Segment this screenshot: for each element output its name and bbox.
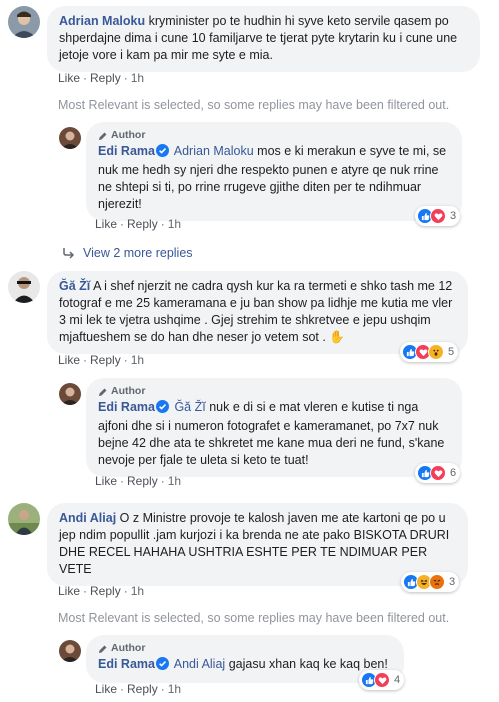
comment-actions: Like · Reply · 1h (58, 71, 144, 86)
separator: · (83, 353, 88, 367)
reaction-count: 4 (394, 674, 401, 686)
like-button[interactable]: Like (58, 71, 80, 85)
filter-note: Most Relevant is selected, so some repli… (58, 611, 450, 625)
avatar[interactable] (59, 383, 81, 405)
like-button[interactable]: Like (95, 682, 117, 696)
mention-link[interactable]: Ğă Žĭ (174, 400, 205, 414)
comment-author[interactable]: Andi Aliaj (59, 511, 116, 525)
comment-actions: Like · Reply · 1h (95, 682, 181, 697)
reply-arrow-icon (63, 248, 75, 259)
comment-text: O z Ministre provoje te kalosh javen me … (59, 511, 450, 576)
like-button[interactable]: Like (95, 474, 117, 488)
reply-button[interactable]: Reply (90, 71, 121, 85)
love-reaction-icon (430, 465, 446, 481)
reply-button[interactable]: Reply (90, 353, 121, 367)
timestamp[interactable]: 1h (131, 353, 144, 367)
comment-author[interactable]: Edi Rama (98, 144, 155, 158)
timestamp[interactable]: 1h (168, 474, 181, 488)
comment-author[interactable]: Edi Rama (98, 400, 155, 414)
reaction-count: 5 (448, 346, 455, 358)
wow-reaction-icon (428, 344, 444, 360)
timestamp[interactable]: 1h (131, 584, 144, 598)
pencil-icon (99, 388, 107, 396)
reaction-summary[interactable]: 5 (400, 342, 459, 362)
reaction-count: 3 (449, 576, 456, 588)
like-button[interactable]: Like (95, 217, 117, 231)
reaction-summary[interactable]: 3 (415, 206, 461, 226)
separator: · (120, 474, 125, 488)
avatar[interactable] (59, 640, 81, 662)
reply-bubble: Author Edi Rama Andi Aliaj gajasu xhan k… (86, 635, 404, 683)
avatar[interactable] (8, 6, 40, 38)
reply-button[interactable]: Reply (127, 682, 158, 696)
reaction-summary[interactable]: 6 (415, 463, 461, 483)
raised-hand-emoji: ✋ (329, 330, 345, 344)
comment-author[interactable]: Adrian Maloku (59, 14, 145, 28)
author-tag-label: Author (111, 385, 146, 397)
timestamp[interactable]: 1h (168, 217, 181, 231)
mention-link[interactable]: Andi Aliaj (174, 657, 225, 671)
author-tag-label: Author (111, 642, 146, 654)
comment-author[interactable]: Edi Rama (98, 657, 155, 671)
author-tag: Author (98, 385, 450, 398)
author-tag: Author (98, 642, 392, 655)
timestamp[interactable]: 1h (168, 682, 181, 696)
separator: · (83, 71, 88, 85)
comment-text: gajasu xhan kaq ke kaq ben! (228, 657, 388, 671)
angry-reaction-icon (429, 574, 445, 590)
view-more-label[interactable]: View 2 more replies (83, 245, 193, 261)
love-reaction-icon (430, 208, 446, 224)
avatar[interactable] (8, 503, 40, 535)
pencil-icon (99, 645, 107, 653)
timestamp[interactable]: 1h (131, 71, 144, 85)
comment-bubble: Adrian Maloku kryminister po te hudhin h… (47, 6, 480, 72)
reply-button[interactable]: Reply (90, 584, 121, 598)
filter-note: Most Relevant is selected, so some repli… (58, 98, 450, 112)
like-button[interactable]: Like (58, 353, 80, 367)
reaction-count: 6 (450, 467, 457, 479)
separator: · (123, 353, 128, 367)
comment-actions: Like · Reply · 1h (58, 353, 144, 368)
reply-button[interactable]: Reply (127, 217, 158, 231)
reply-button[interactable]: Reply (127, 474, 158, 488)
comment-actions: Like · Reply · 1h (95, 217, 181, 232)
reaction-summary[interactable]: 4 (359, 670, 405, 690)
avatar[interactable] (8, 271, 40, 303)
pencil-icon (99, 132, 107, 140)
reply-bubble: Author Edi Rama Adrian Maloku mos e ki m… (86, 122, 462, 221)
comment-text: A i shef njerzit ne cadra qysh kur ka ra… (59, 279, 453, 344)
comment-actions: Like · Reply · 1h (58, 584, 144, 599)
mention-link[interactable]: Adrian Maloku (174, 144, 254, 158)
reaction-summary[interactable]: 3 (401, 572, 460, 592)
verified-badge-icon (155, 144, 169, 162)
comment-actions: Like · Reply · 1h (95, 474, 181, 489)
separator: · (83, 584, 88, 598)
author-tag-label: Author (111, 129, 146, 141)
separator: · (160, 682, 165, 696)
separator: · (120, 682, 125, 696)
avatar[interactable] (59, 127, 81, 149)
verified-badge-icon (155, 657, 169, 675)
comment-author[interactable]: Ğă Žĭ (59, 279, 90, 293)
like-button[interactable]: Like (58, 584, 80, 598)
reaction-count: 3 (450, 210, 457, 222)
verified-badge-icon (155, 400, 169, 418)
separator: · (123, 584, 128, 598)
comment-bubble: Ğă Žĭ A i shef njerzit ne cadra qysh kur… (47, 271, 468, 354)
reply-bubble: Author Edi Rama Ğă Žĭ nuk e di si e mat … (86, 378, 462, 477)
view-more-replies-link[interactable]: View 2 more replies (62, 245, 193, 261)
author-tag: Author (98, 129, 450, 142)
separator: · (160, 474, 165, 488)
separator: · (120, 217, 125, 231)
separator: · (123, 71, 128, 85)
love-reaction-icon (374, 672, 390, 688)
separator: · (160, 217, 165, 231)
